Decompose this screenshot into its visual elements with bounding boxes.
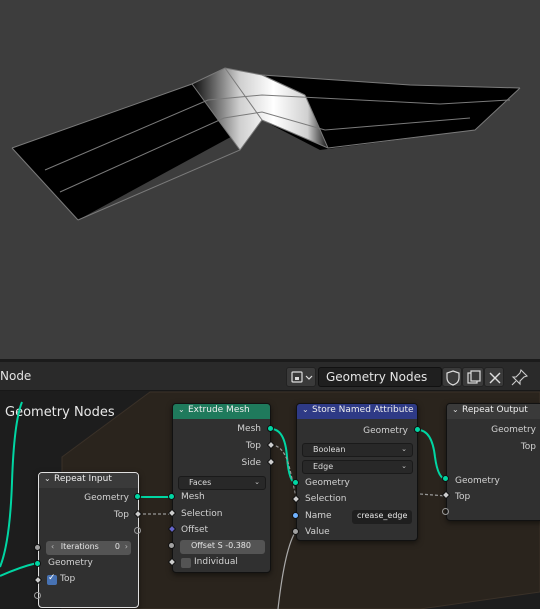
in-geometry-label: Geometry bbox=[455, 476, 500, 486]
store-name-in-socket[interactable] bbox=[292, 512, 299, 519]
individual-label: Individual bbox=[194, 557, 238, 567]
in-top-label: Top bbox=[455, 492, 471, 502]
top-checkbox[interactable] bbox=[47, 573, 57, 585]
extrude-offset-scale-in-socket[interactable] bbox=[168, 542, 175, 549]
store-geometry-out-socket[interactable] bbox=[414, 426, 421, 433]
in-offset-label: Offset bbox=[181, 525, 209, 535]
individual-checkbox[interactable] bbox=[181, 558, 191, 568]
out-geometry-label: Geometry bbox=[491, 425, 536, 435]
in-geometry-label: Geometry bbox=[48, 558, 93, 568]
data-type-dropdown[interactable]: Boolean ⌄ bbox=[302, 443, 413, 457]
out-mesh-label: Mesh bbox=[237, 424, 261, 434]
extrude-mesh-node[interactable]: ⌄ Extrude Mesh Mesh Top Side Faces ⌄ Mesh … bbox=[172, 403, 271, 573]
link-incoming-geometry-2 bbox=[0, 562, 38, 577]
repeat-input-extend-out-socket[interactable] bbox=[134, 527, 141, 534]
repeat-output-header[interactable]: ⌄ Repeat Output bbox=[447, 404, 540, 419]
domain-value: Edge bbox=[313, 462, 334, 471]
in-value-label: Value bbox=[305, 527, 330, 537]
extrude-mode-dropdown[interactable]: Faces ⌄ bbox=[178, 476, 266, 490]
repeat-input-geometry-in-socket[interactable] bbox=[34, 560, 41, 567]
repeat-input-geometry-out-socket[interactable] bbox=[134, 493, 141, 500]
link-store-to-output bbox=[417, 429, 447, 480]
out-top-label: Top bbox=[520, 442, 536, 452]
out-side-label: Side bbox=[241, 458, 261, 468]
repeat-input-title: Repeat Input bbox=[54, 474, 112, 484]
viewport-mesh bbox=[11, 67, 521, 221]
out-geometry-label: Geometry bbox=[363, 426, 408, 436]
out-geometry-label: Geometry bbox=[84, 493, 129, 503]
store-named-attribute-node[interactable]: ⌄ Store Named Attribute Geometry Boolean ⌄… bbox=[296, 403, 418, 541]
link-extrude-to-store bbox=[270, 428, 297, 484]
iterations-in-socket[interactable] bbox=[34, 544, 41, 551]
in-selection-label: Selection bbox=[305, 494, 347, 504]
repeat-output-geometry-in-socket[interactable] bbox=[442, 475, 449, 482]
extrude-mesh-in-socket[interactable] bbox=[168, 493, 175, 500]
store-named-attribute-header[interactable]: ⌄ Store Named Attribute bbox=[297, 404, 417, 419]
3d-viewport[interactable] bbox=[0, 0, 540, 359]
link-incoming-geometry bbox=[0, 401, 23, 568]
chevron-down-icon: ⌄ bbox=[401, 445, 407, 453]
offset-scale-field[interactable]: Offset S -0.380 bbox=[180, 540, 265, 554]
link-top-to-store-selection bbox=[270, 444, 297, 499]
repeat-input-header[interactable]: ⌄ Repeat Input bbox=[39, 473, 138, 488]
link-value-in bbox=[277, 530, 297, 609]
in-top-label: Top bbox=[60, 574, 76, 584]
increment-icon[interactable]: › bbox=[125, 542, 128, 551]
decrement-icon[interactable]: ‹ bbox=[51, 542, 54, 551]
data-type-value: Boolean bbox=[313, 445, 346, 454]
extrude-mesh-out-socket[interactable] bbox=[267, 425, 274, 432]
repeat-output-title: Repeat Output bbox=[462, 405, 528, 415]
store-geometry-in-socket[interactable] bbox=[292, 479, 299, 486]
name-label: Name bbox=[305, 511, 332, 521]
extrude-mesh-header[interactable]: ⌄ Extrude Mesh bbox=[173, 404, 270, 419]
out-top-label: Top bbox=[113, 510, 129, 520]
in-mesh-label: Mesh bbox=[181, 492, 205, 502]
store-named-attribute-title: Store Named Attribute bbox=[312, 405, 414, 415]
repeat-input-node[interactable]: ⌄ Repeat Input Geometry Top ‹ Iterations … bbox=[38, 472, 139, 608]
extrude-mesh-title: Extrude Mesh bbox=[188, 405, 250, 415]
in-geometry-label: Geometry bbox=[305, 478, 350, 488]
iterations-field[interactable]: ‹ Iterations 0 › bbox=[46, 541, 131, 555]
repeat-input-extend-in-socket[interactable] bbox=[34, 592, 41, 599]
node-editor[interactable]: Node Geometry Nodes Geometry Nodes ⌄ Rep… bbox=[0, 362, 540, 609]
repeat-output-node[interactable]: ⌄ Repeat Output Geometry Top Geometry Top bbox=[446, 403, 540, 521]
attribute-name-field[interactable]: crease_edge bbox=[352, 510, 412, 524]
extrude-mode-value: Faces bbox=[189, 478, 212, 487]
out-top-label: Top bbox=[245, 441, 261, 451]
chevron-down-icon: ⌄ bbox=[254, 478, 260, 486]
iterations-label: Iterations bbox=[60, 542, 99, 551]
iterations-value: 0 bbox=[114, 542, 120, 551]
chevron-down-icon: ⌄ bbox=[401, 462, 407, 470]
in-selection-label: Selection bbox=[181, 509, 223, 519]
store-value-in-socket[interactable] bbox=[292, 528, 299, 535]
repeat-output-extend-in-socket[interactable] bbox=[442, 508, 449, 515]
domain-dropdown[interactable]: Edge ⌄ bbox=[302, 460, 413, 474]
